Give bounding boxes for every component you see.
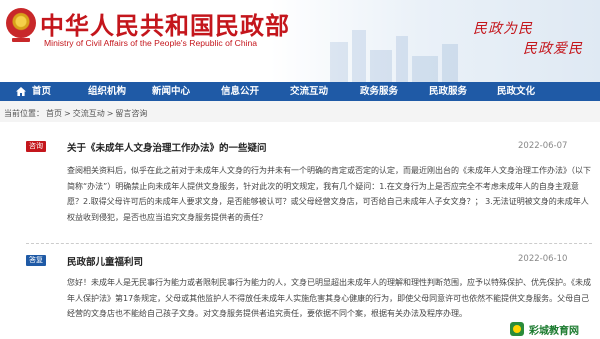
- watermark: 彩城教育网: [510, 321, 581, 337]
- nav-item-interaction[interactable]: 交流互动: [290, 82, 328, 101]
- breadcrumb-separator: >: [64, 109, 71, 118]
- nav-item-home[interactable]: 首页: [32, 82, 51, 101]
- answer-body: 您好！未成年人是无民事行为能力或者限制民事行为能力的人，文身已明显超出未成年人的…: [67, 278, 591, 318]
- skyline-decoration: [330, 0, 470, 82]
- nav-item-civil-services[interactable]: 民政服务: [429, 82, 467, 101]
- breadcrumb-item-interaction[interactable]: 交流互动: [73, 109, 105, 118]
- watermark-text: 彩城教育网: [527, 321, 581, 337]
- answer-date: 2022-06-10: [518, 254, 568, 264]
- main-nav: 首页 组织机构 新闻中心 信息公开 交流互动 政务服务 民政服务 民政文化: [0, 82, 600, 101]
- breadcrumb-item-home[interactable]: 首页: [46, 109, 62, 118]
- question-badge: 咨询: [26, 141, 46, 152]
- question-date: 2022-06-07: [518, 141, 568, 151]
- question-body: 查阅相关资料后，似乎在此之前对于未成年人文身的行为并未有一个明确的肯定或否定的认…: [67, 166, 591, 222]
- site-header: 中华人民共和国民政部 Ministry of Civil Affairs of …: [0, 0, 600, 82]
- national-emblem-icon: [6, 8, 36, 42]
- nav-item-disclosure[interactable]: 信息公开: [221, 82, 259, 101]
- answer-title: 民政部儿童福利司: [67, 257, 144, 268]
- breadcrumb: 当前位置： 首页 > 交流互动 > 留言咨询: [4, 108, 149, 119]
- breadcrumb-separator: >: [106, 109, 114, 118]
- divider: [26, 243, 592, 244]
- nav-item-organization[interactable]: 组织机构: [88, 82, 126, 101]
- breadcrumb-label: 当前位置：: [4, 109, 44, 118]
- site-subtitle: Ministry of Civil Affairs of the People'…: [44, 38, 258, 48]
- slogan-line-1: 民政为民: [473, 21, 533, 37]
- nav-item-government-services[interactable]: 政务服务: [360, 82, 398, 101]
- answer-badge: 答复: [26, 255, 46, 266]
- nav-item-culture[interactable]: 民政文化: [497, 82, 535, 101]
- question-title: 关于《未成年人文身治理工作办法》的一些疑问: [67, 143, 267, 154]
- breadcrumb-item-consult[interactable]: 留言咨询: [115, 109, 147, 118]
- home-icon: [16, 87, 26, 96]
- slogan-line-2: 民政爱民: [523, 41, 583, 57]
- watermark-logo-icon: [510, 322, 524, 336]
- nav-item-news[interactable]: 新闻中心: [152, 82, 190, 101]
- site-title[interactable]: 中华人民共和国民政部: [40, 6, 290, 41]
